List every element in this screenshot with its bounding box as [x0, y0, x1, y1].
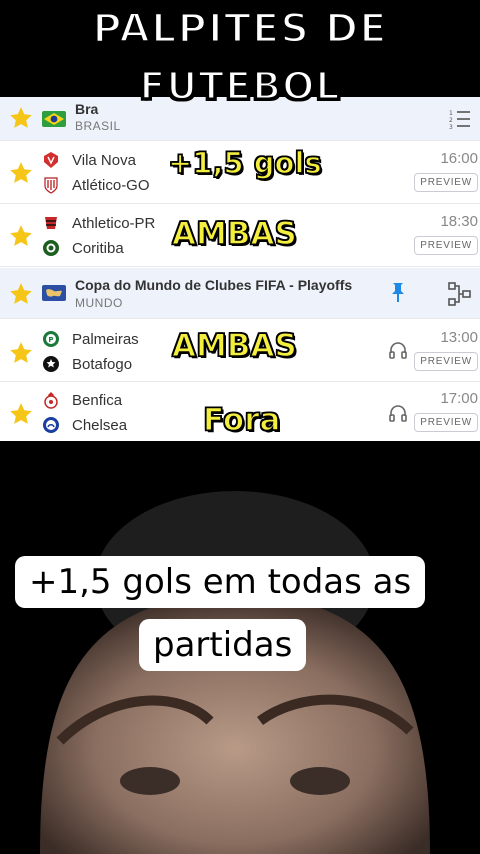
benfica-logo-icon	[42, 391, 60, 409]
match-time: 16:00	[440, 150, 478, 167]
tip-label: +1,5 gols	[167, 145, 322, 181]
brazil-flag-icon	[42, 111, 66, 127]
svg-text:2: 2	[449, 117, 453, 124]
away-team: Botafogo	[72, 356, 133, 373]
bracket-icon[interactable]	[448, 281, 472, 307]
match-time: 18:30	[440, 213, 478, 230]
tip-label: Fora	[202, 401, 281, 439]
star-icon[interactable]	[8, 105, 34, 131]
headphones-icon[interactable]	[388, 340, 408, 360]
caption-line-2: partidas	[139, 619, 307, 671]
league-header-mundo[interactable]: Copa do Mundo de Clubes FIFA - Playoffs …	[0, 268, 480, 319]
world-flag-icon	[42, 285, 66, 301]
standings-icon[interactable]: 123	[448, 107, 472, 131]
preview-button[interactable]: PREVIEW	[414, 352, 478, 371]
chelsea-logo-icon	[42, 416, 60, 434]
star-icon[interactable]	[8, 223, 34, 249]
tip-label: AMBAS	[171, 327, 297, 365]
svg-text:P: P	[48, 336, 53, 344]
match-time: 17:00	[440, 390, 478, 407]
headphones-icon[interactable]	[388, 403, 408, 423]
home-team: Palmeiras	[72, 331, 139, 348]
star-icon[interactable]	[8, 281, 34, 307]
star-icon[interactable]	[8, 340, 34, 366]
away-team: Atlético-GO	[72, 177, 150, 194]
preview-button[interactable]: PREVIEW	[414, 173, 478, 192]
league-name: Copa do Mundo de Clubes FIFA - Playoffs	[75, 277, 353, 293]
star-icon[interactable]	[8, 401, 34, 427]
tip-label: AMBAS	[171, 215, 297, 253]
botafogo-logo-icon	[42, 355, 60, 373]
away-team: Chelsea	[72, 417, 128, 434]
svg-text:3: 3	[449, 124, 453, 131]
home-team: Vila Nova	[72, 152, 136, 169]
star-icon[interactable]	[8, 160, 34, 186]
match-time: 13:00	[440, 329, 478, 346]
title-line-1: PALPITES DE	[91, 5, 388, 54]
palmeiras-logo-icon: P	[42, 330, 60, 348]
atletico-go-logo-icon	[42, 176, 60, 194]
athletico-pr-logo-icon	[42, 214, 60, 232]
home-team: Athletico-PR	[72, 215, 156, 232]
home-team: Benfica	[72, 392, 123, 409]
preview-button[interactable]: PREVIEW	[414, 236, 478, 255]
svg-text:1: 1	[449, 110, 453, 117]
title-line-2: FUTEBOL	[138, 63, 341, 110]
vila-nova-logo-icon	[42, 151, 60, 169]
league-country: BRASIL	[75, 119, 121, 133]
pin-icon[interactable]	[389, 281, 407, 303]
caption-line-1: +1,5 gols em todas as	[15, 556, 426, 608]
coritiba-logo-icon	[42, 239, 60, 257]
preview-button[interactable]: PREVIEW	[414, 413, 478, 432]
league-country: MUNDO	[75, 296, 123, 310]
away-team: Coritiba	[72, 240, 124, 257]
